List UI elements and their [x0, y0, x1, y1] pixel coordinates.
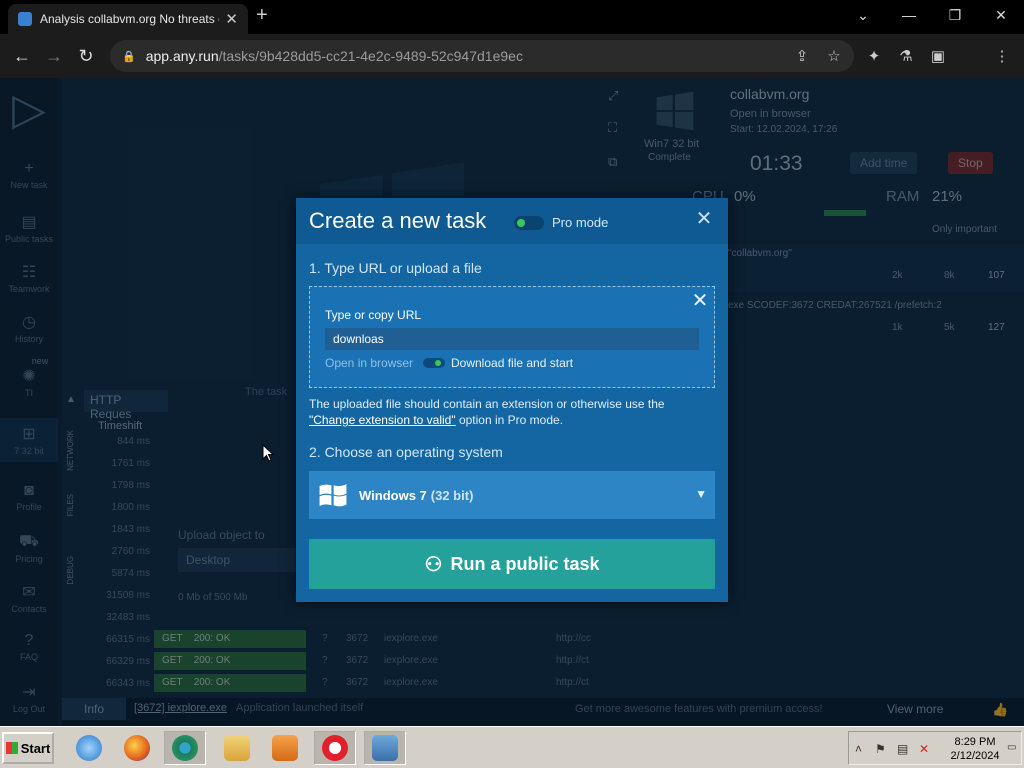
back-icon[interactable]: ←	[8, 42, 36, 70]
extension-note: The uploaded file should contain an exte…	[309, 396, 719, 428]
browser-menu-icon[interactable]: ⋮	[990, 42, 1014, 70]
download-and-start-option[interactable]: Download file and start	[451, 356, 573, 370]
tab-title: Analysis collabvm.org No threats de	[40, 12, 220, 26]
start-button[interactable]: Start	[2, 732, 54, 764]
toggle-knob	[435, 360, 441, 366]
opera-icon[interactable]	[314, 731, 356, 765]
url-host: app.any.run	[145, 48, 219, 64]
pro-mode-label: Pro mode	[552, 215, 609, 230]
forward-icon[interactable]: →	[40, 42, 68, 70]
reload-icon[interactable]: ↻	[72, 42, 100, 70]
os-bits: (32 bit)	[430, 487, 474, 503]
url-input[interactable]	[325, 328, 699, 350]
mouse-cursor-icon	[262, 444, 274, 462]
share-icon[interactable]: ⇪	[790, 42, 814, 70]
team-icon: ⚇	[424, 553, 443, 576]
firefox-icon[interactable]	[116, 731, 158, 765]
step-1-heading: 1. Type URL or upload a file	[309, 260, 482, 276]
new-tab-icon[interactable]: +	[256, 4, 268, 27]
control-panel-icon[interactable]	[364, 731, 406, 765]
run-public-task-button[interactable]: ⚇ Run a public task	[309, 539, 715, 589]
bookmark-star-icon[interactable]: ☆	[822, 42, 846, 70]
change-extension-link[interactable]: "Change extension to valid"	[309, 413, 456, 427]
volume-muted-icon[interactable]: ✕	[919, 742, 933, 756]
system-tray: ˄ ⚑ ▤ ✕ 8:29 PM 2/12/2024 ▭	[848, 731, 1022, 765]
lock-icon[interactable]: 🔒	[122, 50, 136, 63]
modal-close-icon[interactable]: ✕	[694, 209, 714, 229]
url-label: Type or copy URL	[325, 308, 422, 322]
url-path: /tasks/9b428dd5-cc21-4e2c-9489-52c947d1e…	[218, 48, 523, 64]
start-label: Start	[20, 740, 51, 756]
windows-icon	[319, 484, 347, 507]
anyrun-page: ▷ + New task ▤ Public tasks ☷ Teamwork ◷ His…	[0, 78, 1024, 726]
pro-mode-toggle[interactable]	[514, 216, 544, 230]
windows-taskbar: Start ˄ ⚑ ▤ ✕ 8:29 PM 2/12/2024 ▭	[0, 726, 1024, 768]
chevron-down-icon: ▼	[695, 487, 707, 501]
network-icon[interactable]: ▤	[897, 742, 911, 756]
clear-url-icon[interactable]: ✕	[690, 291, 710, 311]
download-mode-toggle[interactable]	[423, 358, 445, 368]
address-bar[interactable]: 🔒 app.any.run /tasks/9b428dd5-cc21-4e2c-…	[110, 40, 854, 72]
os-select[interactable]: Windows 7 (32 bit) ▼	[309, 471, 715, 519]
upload-dropzone[interactable]: ✕ Type or copy URL Open in browser Downl…	[309, 286, 715, 388]
close-tab-icon[interactable]: ✕	[225, 10, 238, 28]
browser-tab[interactable]: Analysis collabvm.org No threats de ✕	[8, 4, 248, 34]
toggle-knob	[517, 219, 525, 227]
tab-search-icon[interactable]: ⌄	[840, 0, 886, 30]
tray-clock[interactable]: 8:29 PM 2/12/2024	[943, 735, 1007, 763]
file-explorer-icon[interactable]	[216, 731, 258, 765]
labs-flask-icon[interactable]: ⚗	[894, 42, 918, 70]
clock-time: 8:29 PM	[954, 736, 996, 748]
restore-icon[interactable]: ❐	[932, 0, 978, 30]
minimize-icon[interactable]: —	[886, 0, 932, 30]
action-center-flag-icon[interactable]: ⚑	[875, 742, 889, 756]
modal-title: Create a new task	[309, 208, 487, 233]
chrome-icon[interactable]	[164, 731, 206, 765]
open-in-browser-option[interactable]: Open in browser	[325, 356, 413, 370]
extensions-icon[interactable]: ✦	[862, 42, 886, 70]
internet-explorer-icon[interactable]	[68, 731, 110, 765]
side-panel-icon[interactable]: ▣	[926, 42, 950, 70]
anyrun-favicon-icon	[18, 12, 32, 26]
close-window-icon[interactable]: ✕	[978, 0, 1024, 30]
step-2-heading: 2. Choose an operating system	[309, 444, 503, 460]
browser-tab-strip: Analysis collabvm.org No threats de ✕ + …	[0, 0, 1024, 34]
windows-flag-icon	[5, 742, 18, 754]
os-name: Windows 7	[359, 487, 427, 503]
tray-expand-icon[interactable]: ˄	[855, 742, 869, 756]
note-text: option in Pro mode.	[455, 413, 564, 427]
create-task-modal: Create a new task Pro mode ✕ 1. Type URL…	[296, 198, 728, 602]
note-text: The uploaded file should contain an exte…	[309, 397, 665, 411]
browser-toolbar: ← → ↻ 🔒 app.any.run /tasks/9b428dd5-cc21…	[0, 34, 1024, 100]
clock-date: 2/12/2024	[950, 750, 1000, 762]
show-desktop-icon[interactable]: ▭	[1007, 742, 1021, 756]
run-button-label: Run a public task	[450, 553, 600, 574]
media-player-icon[interactable]	[264, 731, 306, 765]
